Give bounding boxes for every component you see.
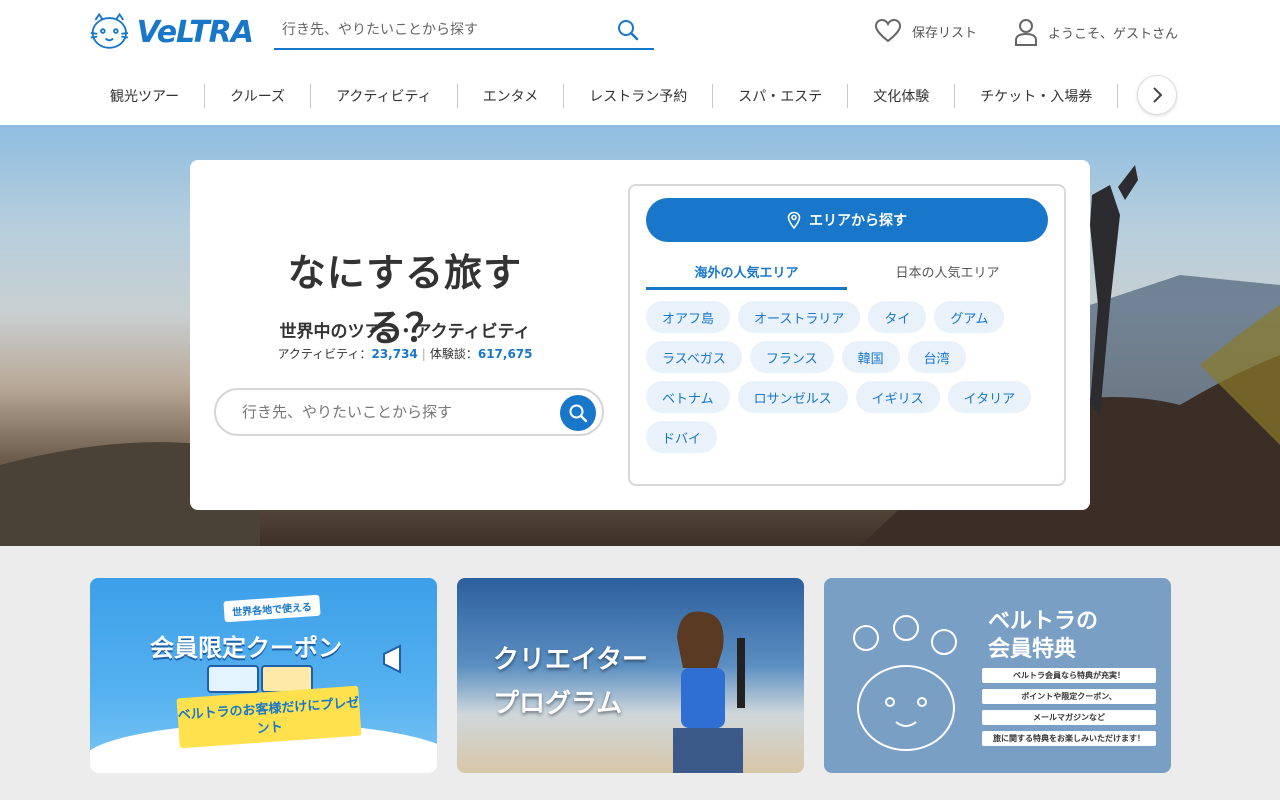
category-nav: 観光ツアー クルーズ アクティビティ エンタメ レストラン予約 スパ・エステ 文…: [88, 76, 1176, 116]
category-item-restaurant[interactable]: レストラン予約: [564, 84, 714, 108]
site-header: VeLTRA 保存リスト ようこそ、ゲストさん 観光ツアー クルーズ アクティビ…: [0, 0, 1280, 125]
category-item-cruise[interactable]: クルーズ: [205, 84, 312, 108]
area-chips: オアフ島 オーストラリア タイ グアム ラスベガス フランス 韓国 台湾 ベトナ…: [646, 301, 1046, 461]
area-chip-italy[interactable]: イタリア: [947, 381, 1032, 413]
hero-search-box: [214, 388, 604, 436]
user-icon: [1015, 19, 1037, 46]
member-benefits-banner[interactable]: ベルトラの 会員特典 ベルトラ会員なら特典が充実！ ポイントや限定クーポン、 メ…: [824, 578, 1171, 773]
category-item-tickets[interactable]: チケット・入場券: [955, 84, 1119, 108]
category-next-button[interactable]: [1137, 75, 1177, 115]
user-greeting: ようこそ、ゲストさん: [1048, 26, 1179, 42]
stats-activity-value: 23,734: [371, 347, 418, 361]
area-chip-guam[interactable]: グアム: [934, 301, 1005, 333]
tab-overseas[interactable]: 海外の人気エリア: [646, 256, 847, 290]
area-search-label: エリアから探す: [809, 213, 907, 229]
area-chip-los-angeles[interactable]: ロサンゼルス: [737, 381, 848, 413]
saved-list-label: 保存リスト: [912, 25, 978, 41]
coupon-banner-tag: 世界各地で使える: [223, 594, 321, 623]
heart-icon: [874, 18, 902, 43]
area-chip-oahu[interactable]: オアフ島: [646, 301, 731, 333]
member-banner-line: メールマガジンなど: [982, 710, 1156, 725]
megaphone-icon: [383, 644, 401, 674]
tiger-illustration: [853, 615, 957, 751]
area-chip-korea[interactable]: 韓国: [841, 341, 900, 373]
hero-stats: アクティビティ：23,734 | 体験談：617,675: [250, 345, 560, 362]
search-icon: [569, 404, 588, 423]
creator-banner-title-line1: クリエイター: [493, 645, 648, 675]
member-banner-line: ベルトラ会員なら特典が充実！: [982, 668, 1156, 683]
creator-program-banner[interactable]: クリエイター プログラム: [457, 578, 804, 773]
area-chip-dubai[interactable]: ドバイ: [646, 421, 718, 453]
saved-list-link[interactable]: 保存リスト: [874, 18, 977, 44]
stats-review-value: 617,675: [477, 347, 533, 361]
creator-banner-title-line2: プログラム: [493, 689, 623, 719]
area-chip-france[interactable]: フランス: [749, 341, 834, 373]
member-banner-title: ベルトラの 会員特典: [988, 608, 1098, 664]
search-icon[interactable]: [616, 18, 640, 42]
hero-section: なにする旅する？ 世界中のツアー・アクティビティ アクティビティ：23,734 |…: [0, 125, 1280, 546]
area-chip-uk[interactable]: イギリス: [855, 381, 940, 413]
area-search-button[interactable]: エリアから探す: [646, 198, 1048, 242]
map-pin-icon: [787, 211, 801, 229]
area-panel: エリアから探す 海外の人気エリア 日本の人気エリア オアフ島 オーストラリア タ…: [628, 184, 1066, 486]
creator-banner-title: クリエイター プログラム: [493, 638, 648, 726]
area-chip-taiwan[interactable]: 台湾: [907, 341, 966, 373]
member-banner-title-line2: 会員特典: [988, 637, 1077, 662]
user-menu[interactable]: ようこそ、ゲストさん: [1014, 18, 1178, 46]
hero-search-input[interactable]: [216, 403, 536, 421]
stats-review-label: 体験談：: [429, 347, 478, 361]
logo-text: VeLTRA: [136, 14, 254, 50]
hero-subtitle: 世界中のツアー・アクティビティ: [279, 322, 531, 342]
coupon-banner-title: 会員限定クーポン: [150, 634, 342, 662]
category-item-sightseeing[interactable]: 観光ツアー: [88, 84, 206, 108]
member-banner-lines: ベルトラ会員なら特典が充実！ ポイントや限定クーポン、 メールマガジンなど 旅に…: [982, 668, 1156, 752]
creator-photo: [673, 611, 745, 773]
tab-japan[interactable]: 日本の人気エリア: [847, 256, 1048, 290]
stats-activity-label: アクティビティ：: [277, 347, 372, 361]
hero-search-button[interactable]: [560, 395, 596, 431]
chevron-right-icon: [1153, 87, 1163, 103]
header-search: [274, 12, 654, 50]
category-item-activity[interactable]: アクティビティ: [311, 84, 458, 108]
category-item-culture[interactable]: 文化体験: [848, 84, 956, 108]
area-chip-australia[interactable]: オーストラリア: [738, 301, 861, 333]
stats-separator: |: [421, 347, 426, 361]
category-item-spa[interactable]: スパ・エステ: [713, 84, 849, 108]
header-search-input[interactable]: [274, 13, 604, 47]
area-chip-thailand[interactable]: タイ: [868, 301, 927, 333]
coupon-banner[interactable]: 世界各地で使える 会員限定クーポン ベルトラのお客様だけにプレゼント: [90, 578, 437, 773]
member-banner-line: ポイントや限定クーポン、: [982, 689, 1156, 704]
member-banner-title-line1: ベルトラの: [988, 609, 1099, 634]
area-tabs: 海外の人気エリア 日本の人気エリア: [646, 256, 1048, 290]
area-chip-vietnam[interactable]: ベトナム: [646, 381, 730, 413]
tiger-logo-icon: [90, 12, 129, 49]
hero-search-card: なにする旅する？ 世界中のツアー・アクティビティ アクティビティ：23,734 |…: [190, 160, 1090, 510]
logo[interactable]: VeLTRA: [88, 10, 254, 54]
member-banner-line: 旅に関する特典をお楽しみいただけます！: [982, 731, 1156, 746]
category-item-entertainment[interactable]: エンタメ: [458, 84, 565, 108]
area-chip-las-vegas[interactable]: ラスベガス: [646, 341, 742, 373]
